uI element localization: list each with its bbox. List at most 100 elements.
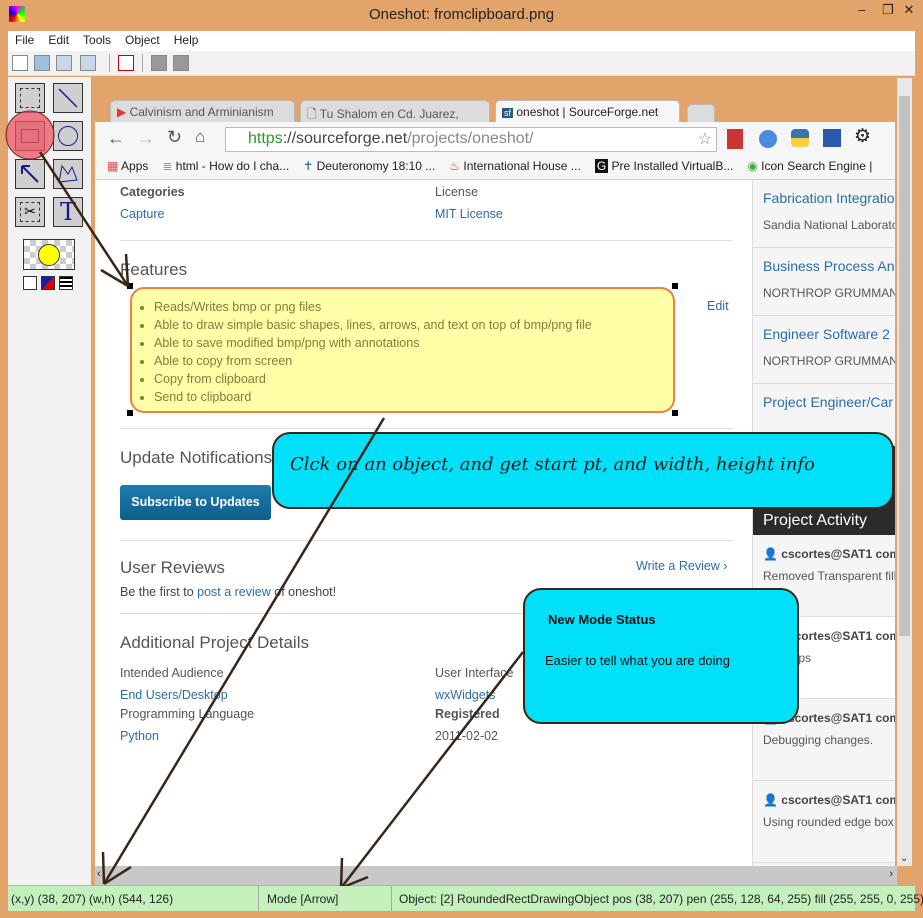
new-file-icon[interactable] xyxy=(12,55,28,71)
menu-edit[interactable]: Edit xyxy=(41,31,76,51)
vertical-scrollbar[interactable]: ⌄ xyxy=(897,78,912,866)
bookmark[interactable]: ✝ Deuteronomy 18:10 ... xyxy=(303,159,435,176)
callout-body: Easier to tell what you are doing xyxy=(545,653,730,668)
close-button[interactable]: ✕ xyxy=(898,0,920,21)
activity-item[interactable]: 👤 cscortes@SAT1 committedUsing rounded e… xyxy=(753,781,895,863)
fill-color-icon[interactable] xyxy=(41,276,55,290)
job-item[interactable]: Fabrication Integration Sandia National L… xyxy=(753,180,895,248)
features-title: Features xyxy=(120,260,188,279)
rounded-rect-annotation[interactable]: Reads/Writes bmp or png files Able to dr… xyxy=(130,287,675,413)
line-icon[interactable] xyxy=(53,83,83,113)
bookmark[interactable]: ≣ html - How do I cha... xyxy=(162,159,289,176)
bookmarks-bar: ▦ Apps ≣ html - How do I cha... ✝ Deuter… xyxy=(95,156,895,180)
title-bar: Oneshot: fromclipboard.png – ❐ ✕ xyxy=(0,0,923,31)
tab-label: oneshot | SourceForge.net xyxy=(516,105,659,119)
horizontal-scrollbar[interactable]: ‹ › xyxy=(95,866,897,885)
menu-help[interactable]: Help xyxy=(167,31,206,51)
select-rect-icon[interactable] xyxy=(15,83,45,113)
home-icon[interactable]: ⌂ xyxy=(195,127,205,147)
ellipse-icon[interactable] xyxy=(53,121,83,151)
window-title: Oneshot: fromclipboard.png xyxy=(368,6,555,23)
post-review-link[interactable]: post a review xyxy=(197,585,271,599)
selection-handle[interactable] xyxy=(672,410,678,416)
menu-file[interactable]: File xyxy=(8,31,41,51)
divider xyxy=(120,540,732,541)
browser-tab[interactable]: 🗋 Tu Shalom en Cd. Juarez, xyxy=(300,100,490,123)
forward-icon[interactable]: → xyxy=(137,128,155,149)
url-host: ://sourceforge.net xyxy=(282,130,408,147)
tool-palette: ✂ T xyxy=(8,77,92,885)
text-icon[interactable]: T xyxy=(53,197,83,227)
star-icon[interactable]: ☆ xyxy=(698,129,712,149)
arrow-icon[interactable] xyxy=(15,159,45,189)
reviews-title: User Reviews xyxy=(120,558,225,577)
save-as-icon[interactable] xyxy=(80,55,96,71)
edit-link[interactable]: Edit xyxy=(707,299,729,313)
menu-tools[interactable]: Tools xyxy=(76,31,118,51)
python-icon[interactable] xyxy=(791,129,809,147)
license-link[interactable]: MIT License xyxy=(435,207,503,221)
open-file-icon[interactable] xyxy=(34,55,50,71)
divider xyxy=(120,428,732,429)
feature-item: Copy from clipboard xyxy=(154,370,665,388)
polygon-icon[interactable] xyxy=(53,159,83,189)
rectangle-icon[interactable] xyxy=(15,121,45,151)
audience-link[interactable]: End Users/Desktop xyxy=(120,688,228,702)
bookmark[interactable]: G Pre Installed VirtualB... xyxy=(594,159,733,176)
status-bar: (x,y) (38, 207) (w,h) (544, 126) Mode [A… xyxy=(8,886,923,911)
callout-mode-status[interactable]: New Mode Status Easier to tell what you … xyxy=(523,588,799,724)
status-divider xyxy=(258,886,259,911)
selection-handle[interactable] xyxy=(672,283,678,289)
cut-icon[interactable]: ✂ xyxy=(15,197,45,227)
feature-item: Able to copy from screen xyxy=(154,352,665,370)
send-back-icon[interactable] xyxy=(173,55,189,71)
toolbar-divider xyxy=(142,54,143,72)
bookmark-apps[interactable]: ▦ Apps xyxy=(107,159,148,176)
color-preview[interactable] xyxy=(23,239,75,270)
categories-link[interactable]: Capture xyxy=(120,207,164,221)
subscribe-button[interactable]: Subscribe to Updates xyxy=(120,485,271,520)
new-tab-button[interactable] xyxy=(687,104,715,122)
scroll-down-icon: ⌄ xyxy=(900,853,909,864)
job-item[interactable]: Business Process AnalystNORTHROP GRUMMAN xyxy=(753,248,895,316)
write-review-link[interactable]: Write a Review › xyxy=(636,559,727,573)
registered-value: 2011-02-02 xyxy=(435,729,499,743)
selection-handle[interactable] xyxy=(127,410,133,416)
url-path: /projects/oneshot/ xyxy=(407,130,534,147)
reload-icon[interactable]: ↻ xyxy=(167,127,182,148)
feature-item: Send to clipboard xyxy=(154,388,665,406)
sourceforge-icon: sf xyxy=(502,108,514,118)
browser-tab-active[interactable]: sf oneshot | SourceForge.net xyxy=(495,100,680,123)
ui-link[interactable]: wxWidgets xyxy=(435,688,495,702)
callout-title: New Mode Status xyxy=(548,612,656,627)
line-width-icon[interactable] xyxy=(59,276,73,290)
status-object: Object: [2] RoundedRectDrawingObject pos… xyxy=(399,892,923,906)
capture-icon[interactable] xyxy=(118,55,134,71)
save-icon[interactable] xyxy=(56,55,72,71)
pen-color-icon[interactable] xyxy=(23,276,37,290)
ui-label: User Interface xyxy=(435,666,514,680)
bring-front-icon[interactable] xyxy=(151,55,167,71)
bookmark[interactable]: ◉ Icon Search Engine | xyxy=(747,159,872,176)
toolbar-divider xyxy=(109,54,110,72)
menu-object[interactable]: Object xyxy=(118,31,167,51)
extension-icon[interactable] xyxy=(727,129,743,149)
job-item[interactable]: Engineer Software 2 NORTHROP GRUMMAN xyxy=(753,316,895,384)
toolbar xyxy=(8,51,915,76)
callout-click-info[interactable]: Clck on an object, and get start pt, and… xyxy=(272,432,894,509)
language-link[interactable]: Python xyxy=(120,729,159,743)
minimize-button[interactable]: – xyxy=(848,0,876,21)
youtube-icon: ▶ xyxy=(117,105,130,119)
extension-icon[interactable] xyxy=(759,130,777,148)
browser-tab[interactable]: ▶ Calvinism and Arminianism xyxy=(110,100,295,123)
scroll-right-icon: › xyxy=(889,868,893,880)
license-label: License xyxy=(435,185,479,199)
bookmark[interactable]: ♨ International House ... xyxy=(449,159,581,176)
back-icon[interactable]: ← xyxy=(107,128,125,149)
selection-handle[interactable] xyxy=(127,283,133,289)
tab-label: Calvinism and Arminianism xyxy=(129,105,274,119)
gear-icon[interactable]: ⚙ xyxy=(854,125,871,148)
address-bar[interactable]: https://sourceforge.net/projects/oneshot… xyxy=(225,127,717,152)
download-icon[interactable] xyxy=(823,129,841,147)
feature-item: Reads/Writes bmp or png files xyxy=(154,298,665,316)
